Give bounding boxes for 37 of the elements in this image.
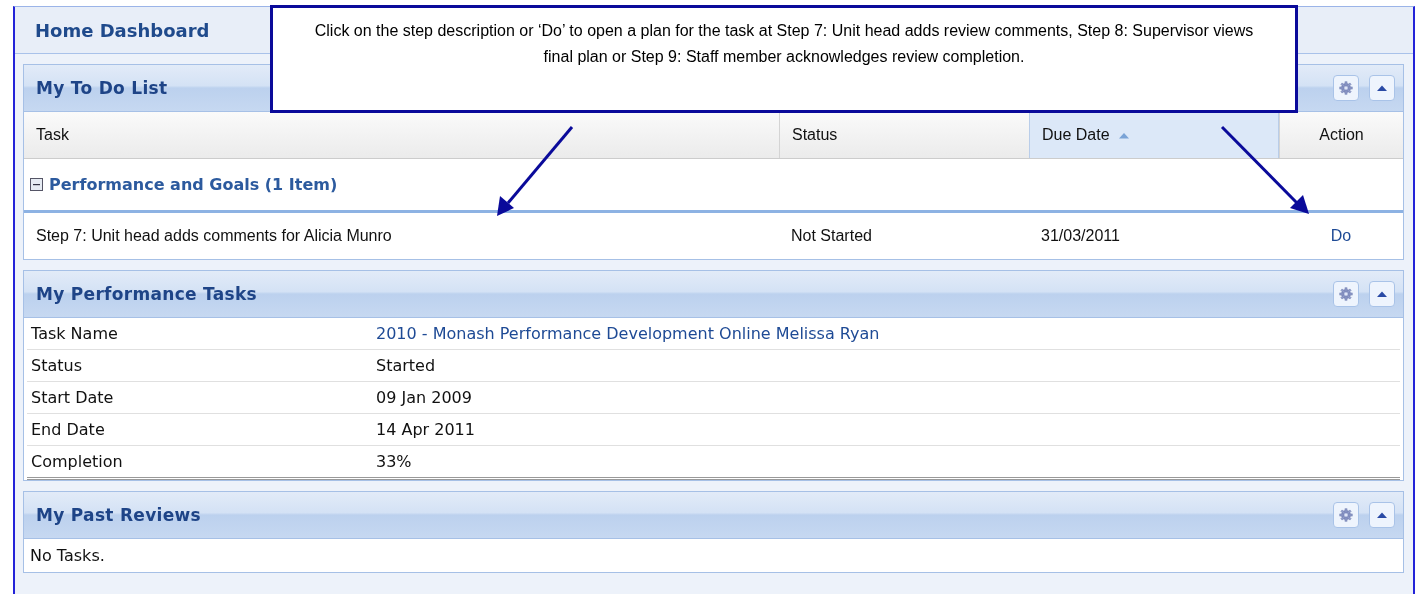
collapse-button[interactable] <box>1369 75 1395 101</box>
task-link[interactable]: Step 7: Unit head adds comments for Alicia Munro <box>24 227 392 245</box>
settings-icon <box>1339 508 1353 522</box>
field-value: 33% <box>376 452 412 471</box>
panel-title: My Performance Tasks <box>36 284 257 304</box>
field-value: 14 Apr 2011 <box>376 420 475 439</box>
task-link[interactable]: 2010 - Monash Performance Development Online Melissa Ryan <box>376 324 880 343</box>
field-label: Completion <box>30 452 124 471</box>
settings-button[interactable] <box>1333 75 1359 101</box>
panel-title: My To Do List <box>36 78 168 98</box>
panel-title: My Past Reviews <box>36 505 201 525</box>
sort-ascending-icon <box>1117 131 1130 139</box>
collapse-icon <box>1376 290 1388 298</box>
dashboard-tab[interactable]: Home Dashboard <box>35 19 210 41</box>
collapse-button[interactable] <box>1369 281 1395 307</box>
column-header[interactable]: Due Date <box>1029 112 1279 158</box>
settings-button[interactable] <box>1333 281 1359 307</box>
field-label: End Date <box>30 420 106 439</box>
empty-message: No Tasks. <box>30 546 105 565</box>
do-link[interactable]: Do <box>1330 227 1352 245</box>
settings-icon <box>1339 81 1353 95</box>
collapse-icon <box>1376 511 1388 519</box>
table-cell-text: Not Started <box>790 227 872 245</box>
callout-text: Click on the step description or ‘Do’ to open a plan for the task at Step 7: Unit head adds review comments, Step 8: Supervisor views final plan or Step 9: Staff member acknowledges review completion. <box>313 21 1255 67</box>
group-title[interactable]: Performance and Goals (1 Item) <box>49 175 338 194</box>
settings-button[interactable] <box>1333 502 1359 528</box>
field-label: Status <box>30 356 83 375</box>
field-label: Task Name <box>30 324 119 343</box>
settings-icon <box>1339 287 1353 301</box>
column-header[interactable]: Task <box>24 112 779 158</box>
collapse-icon <box>1376 84 1388 92</box>
table-cell-text: 31/03/2011 <box>1040 227 1120 245</box>
collapse-group-icon[interactable] <box>30 178 43 191</box>
collapse-button[interactable] <box>1369 502 1395 528</box>
field-label: Start Date <box>30 388 115 407</box>
field-value: Started <box>376 356 436 375</box>
field-value: 09 Jan 2009 <box>376 388 472 407</box>
